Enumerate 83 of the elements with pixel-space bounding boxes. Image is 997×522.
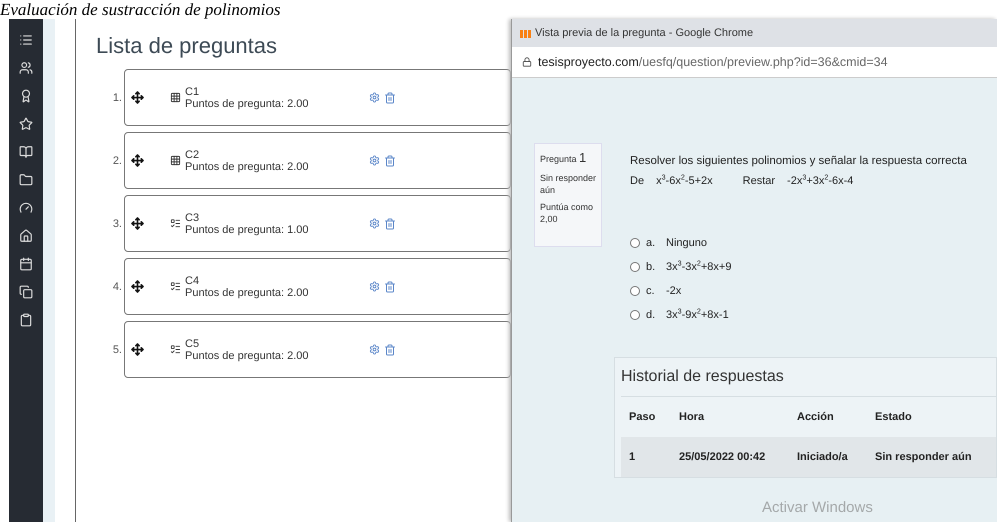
list-icon — [170, 344, 181, 355]
settings-icon[interactable] — [369, 218, 380, 229]
answer-text: 3x$^{3}$-3x$^{2}$+8x+9 — [666, 261, 732, 273]
trash-icon[interactable] — [384, 92, 396, 104]
question-name: C4 — [185, 274, 200, 286]
book-icon[interactable] — [19, 145, 33, 159]
list-icon — [170, 281, 181, 292]
question-number: 1. — [112, 92, 123, 104]
settings-icon[interactable] — [369, 344, 380, 355]
document-heading: Evaluación de sustracción de polinomios — [0, 0, 282, 19]
copy-icon[interactable] — [19, 285, 33, 299]
trash-icon[interactable] — [384, 280, 396, 292]
gauge-icon[interactable] — [19, 201, 33, 215]
question-name: C1 — [185, 86, 200, 98]
clipboard-icon[interactable] — [19, 313, 33, 327]
radio-button[interactable] — [630, 262, 640, 272]
list-icon[interactable] — [19, 33, 33, 47]
settings-icon[interactable] — [369, 155, 380, 166]
question-label: Pregunta 1 — [540, 150, 588, 167]
table-cell-text: 1 — [629, 451, 636, 463]
question-number: 2. — [112, 154, 123, 166]
question-points: Puntos de pregunta: 2.00 — [185, 350, 310, 362]
award-icon[interactable] — [19, 89, 33, 103]
move-icon[interactable] — [131, 91, 144, 104]
url: tesisproyecto.com/uesfq/question/preview.php?id=36&cmid=34 — [538, 55, 888, 69]
move-icon[interactable] — [131, 343, 144, 356]
settings-icon[interactable] — [369, 281, 380, 292]
list-icon — [170, 218, 181, 229]
home-icon[interactable] — [19, 229, 33, 243]
move-icon[interactable] — [131, 154, 144, 167]
address-bar[interactable]: tesisproyecto.com/uesfq/question/preview.php?id=36&cmid=34 — [512, 47, 997, 78]
lock-icon — [522, 57, 532, 67]
subtract-label: Restar — [742, 175, 776, 187]
calendar-icon[interactable] — [19, 257, 33, 271]
list-title: Lista de preguntas — [96, 33, 278, 59]
table-cell-text: Iniciado/a — [797, 451, 849, 463]
question-text: Resolver los siguientes polinomios y señalar la respuesta correcta — [630, 155, 968, 167]
table-cell-text: 25/05/2022 00:42 — [679, 451, 766, 463]
answer-letter: d. — [646, 309, 656, 321]
question-points: Puntos de pregunta: 2.00 — [185, 98, 310, 110]
logo-icon — [520, 28, 531, 38]
subtract-expression: -2x$^{3}$+3x$^{2}$-6x-4 — [787, 175, 854, 187]
question-points: Puntos de pregunta: 1.00 — [185, 224, 310, 236]
answer-letter: a. — [646, 237, 656, 249]
radio-button[interactable] — [630, 310, 640, 320]
answer-letter: c. — [646, 285, 656, 297]
folder-icon[interactable] — [19, 173, 33, 187]
answer-letter: b. — [646, 261, 656, 273]
from-expression: x$^{3}$-6x$^{2}$-5+2x — [656, 175, 713, 187]
question-status: Sin responder aún — [540, 172, 598, 196]
move-icon[interactable] — [131, 217, 144, 230]
question-number: 5. — [112, 344, 123, 356]
settings-icon[interactable] — [369, 92, 380, 103]
table-cell-text: Sin responder aún — [875, 451, 973, 463]
window-title: Vista previa de la pregunta - Google Chrome — [535, 27, 754, 39]
column-header: Acción — [797, 411, 835, 423]
column-header: Estado — [875, 411, 913, 423]
star-icon[interactable] — [19, 117, 33, 131]
answer-text: -2x — [666, 285, 682, 297]
trash-icon[interactable] — [384, 218, 396, 230]
trash-icon[interactable] — [384, 344, 396, 356]
trash-icon[interactable] — [384, 154, 396, 166]
question-grade: Puntúa como 2,00 — [540, 202, 594, 226]
question-name: C3 — [185, 212, 200, 224]
question-number: 3. — [112, 218, 123, 230]
history-title: Historial de respuestas — [621, 364, 996, 397]
column-header: Paso — [629, 411, 656, 423]
from-label: De — [630, 175, 644, 187]
column-header: Hora — [679, 411, 706, 423]
question-number: 4. — [112, 280, 123, 292]
move-icon[interactable] — [131, 280, 144, 293]
question-points: Puntos de pregunta: 2.00 — [185, 286, 310, 298]
radio-button[interactable] — [630, 286, 640, 296]
question-points: Puntos de pregunta: 2.00 — [185, 160, 310, 172]
radio-button[interactable] — [630, 238, 640, 248]
activation-notice: Activar Windows — [762, 499, 873, 516]
users-icon[interactable] — [19, 61, 33, 75]
grid-icon — [170, 92, 181, 103]
grid-icon — [170, 155, 181, 166]
answer-text: 3x$^{3}$-9x$^{2}$+8x-1 — [666, 309, 729, 321]
question-name: C2 — [185, 148, 200, 160]
question-name: C5 — [185, 338, 200, 350]
answer-text: Ninguno — [666, 237, 707, 249]
